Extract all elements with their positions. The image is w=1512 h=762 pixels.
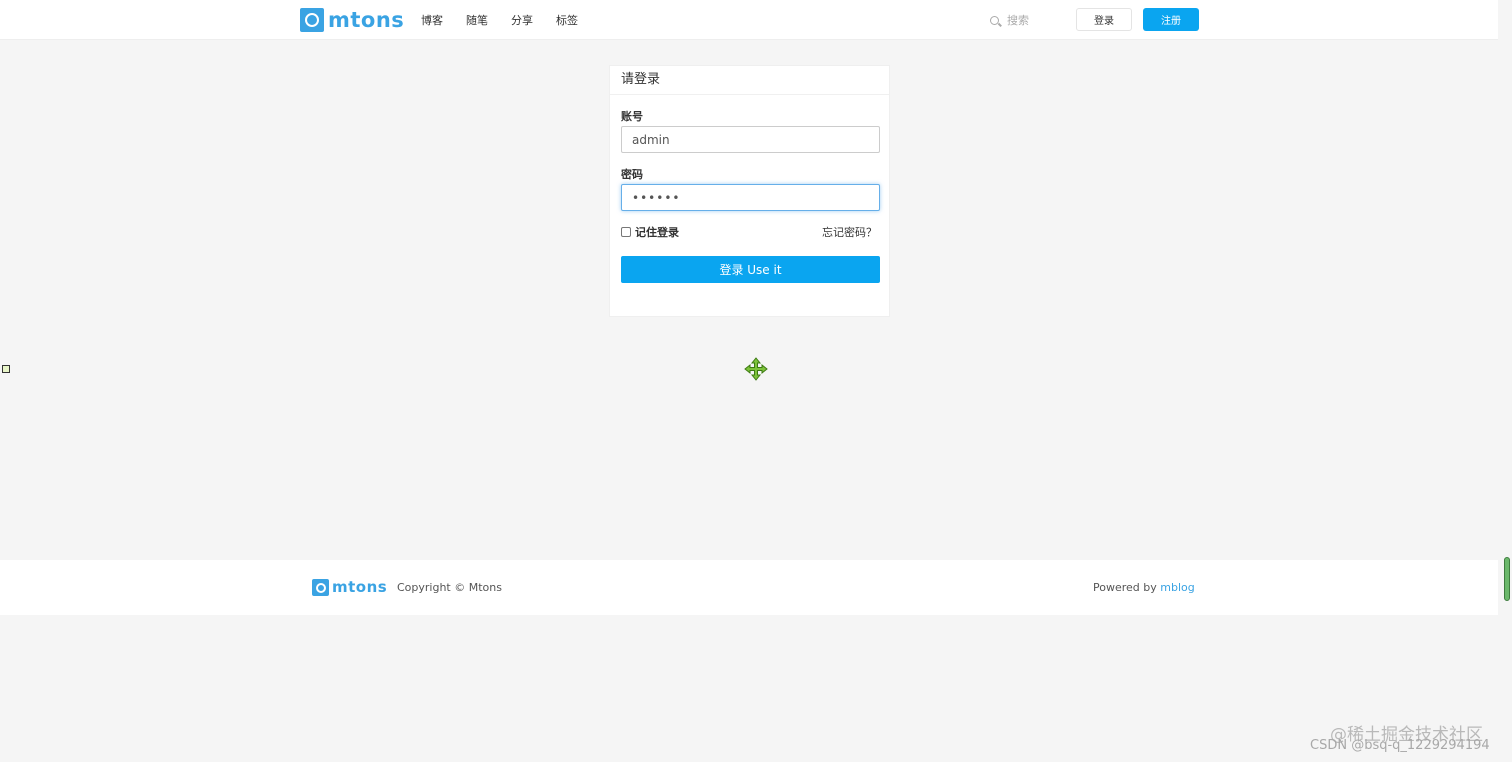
nav-item-notes[interactable]: 随笔 (466, 12, 488, 28)
search-input[interactable]: 搜索 (990, 12, 1029, 28)
watermark-csdn: CSDN @bsq-q_1229294194 (1310, 738, 1490, 753)
submit-login-button[interactable]: 登录 Use it (621, 256, 880, 283)
remember-login[interactable]: 记住登录 (621, 224, 679, 240)
left-resize-handle[interactable] (2, 365, 10, 373)
login-button[interactable]: 登录 (1076, 8, 1132, 31)
remember-checkbox[interactable] (621, 227, 631, 237)
nav-item-tags[interactable]: 标签 (556, 12, 578, 28)
password-input[interactable]: •••••• (621, 184, 880, 211)
nav-item-blog[interactable]: 博客 (421, 12, 443, 28)
account-label: 账号 (621, 110, 643, 123)
password-label: 密码 (621, 168, 643, 181)
search-placeholder: 搜索 (1007, 14, 1029, 27)
footer-logo-mark-icon (312, 579, 329, 596)
nav-item-share[interactable]: 分享 (511, 12, 533, 28)
copyright-text: Copyright © Mtons (397, 581, 502, 594)
remember-label: 记住登录 (635, 226, 679, 239)
powered-prefix: Powered by (1093, 581, 1161, 594)
main-nav: 博客 随笔 分享 标签 (421, 0, 601, 39)
footer-logo-text: mtons (332, 578, 388, 596)
footer: mtons Copyright © Mtons Powered by mblog (0, 560, 1498, 615)
site-logo[interactable]: mtons (300, 7, 404, 32)
search-icon (990, 15, 999, 25)
logo-mark-icon (300, 7, 324, 32)
footer-logo[interactable]: mtons (312, 579, 387, 596)
logo-text: mtons (328, 7, 405, 32)
scrollbar-thumb[interactable] (1504, 557, 1510, 601)
top-navbar: mtons 博客 随笔 分享 标签 搜索 登录 注册 (0, 0, 1498, 40)
move-cursor-icon (744, 357, 768, 381)
register-button[interactable]: 注册 (1143, 8, 1199, 31)
password-value: •••••• (632, 190, 681, 205)
mblog-link[interactable]: mblog (1160, 581, 1194, 594)
login-panel: 请登录 账号 admin 密码 •••••• 记住登录 忘记密码？ 登录 Use… (609, 65, 890, 317)
account-input[interactable]: admin (621, 126, 880, 153)
forgot-password-link[interactable]: 忘记密码？ (822, 224, 877, 240)
account-value: admin (632, 132, 670, 147)
vertical-scrollbar[interactable] (1498, 0, 1512, 762)
panel-title: 请登录 (610, 66, 889, 95)
powered-by: Powered by mblog (1093, 581, 1195, 594)
